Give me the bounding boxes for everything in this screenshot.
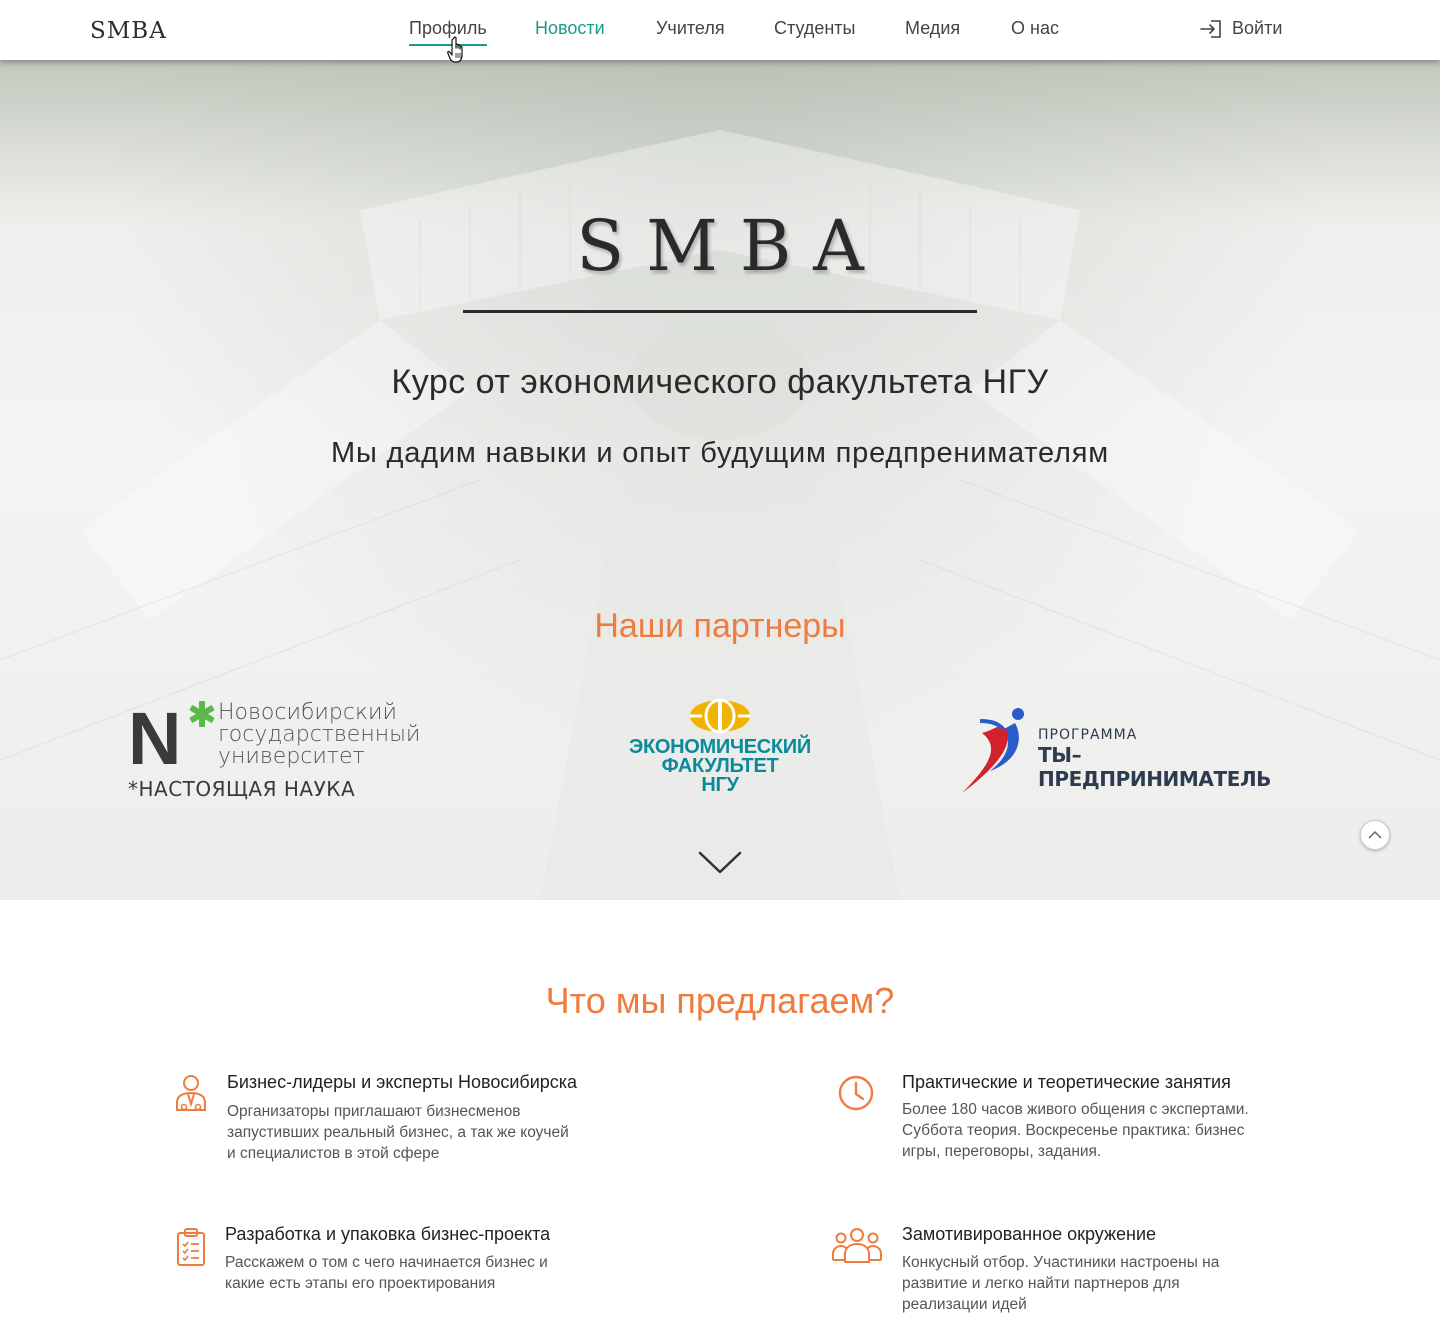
scroll-down-chevron-icon[interactable] — [698, 850, 742, 876]
feature-description-line: Более 180 часов живого общения с эксперт… — [902, 1101, 1249, 1118]
feature-description-line: Суббота теория. Воскресенье практика: би… — [902, 1122, 1245, 1139]
partner-logo-econ-faculty[interactable]: ЭКОНОМИЧЕСКИЙ ФАКУЛЬТЕТ НГУ — [610, 698, 830, 802]
chevron-up-icon — [1368, 830, 1382, 839]
login-button[interactable]: Войти — [1200, 18, 1282, 39]
offer-heading: Что мы предлагаем? — [545, 980, 895, 1021]
nav-item-teachers[interactable]: Учителя — [656, 18, 725, 44]
partner-logo-program[interactable]: ПРОГРАММА ТЫ–ПРЕДПРИНИМАТЕЛЬ — [960, 705, 1305, 795]
feature-description-line: Конкусный отбор. Участиники настроены на — [902, 1254, 1220, 1271]
nsu-logo-letter: N — [128, 700, 181, 780]
feature-description: Конкусный отбор. Участиники настроены на… — [902, 1252, 1282, 1315]
feature-project: Разработка и упаковка бизнес-проекта Рас… — [175, 1224, 605, 1304]
nav-item-students[interactable]: Студенты — [774, 18, 855, 44]
feature-title: Замотивированное окружение — [902, 1224, 1157, 1244]
feature-description: Организаторы приглашают бизнесменов запу… — [227, 1101, 607, 1164]
econ-faculty-line-3: НГУ — [701, 774, 739, 796]
feature-experts: Бизнес-лидеры и эксперты Новосибирска Ор… — [175, 1072, 605, 1172]
feature-title: Разработка и упаковка бизнес-проекта — [225, 1224, 551, 1244]
hand-cursor-icon — [447, 36, 463, 63]
feature-description-line: игры, переговоры, задания. — [902, 1143, 1102, 1160]
nav-item-media[interactable]: Медия — [905, 18, 960, 44]
top-navbar: SMBA Профиль Новости Учителя Студенты Ме… — [0, 0, 1440, 63]
feature-description-line: реализации идей — [902, 1296, 1027, 1313]
program-label-large: ТЫ–ПРЕДПРИНИМАТЕЛЬ — [1038, 743, 1272, 791]
program-label-small: ПРОГРАММА — [1038, 727, 1138, 743]
nsu-slogan: *НАСТОЯЩАЯ НАУКА — [128, 777, 355, 800]
feature-description-line: какие есть этапы его проектирования — [225, 1275, 496, 1292]
nsu-name-line-3: университет — [218, 744, 365, 769]
feature-description-line: запустивших реальный бизнес, а так же ко… — [227, 1124, 569, 1141]
nsu-name-line-1: Новосибирский — [218, 700, 397, 725]
hero-tagline: Мы дадим навыки и опыт будущим предпрени… — [331, 437, 1109, 469]
feature-description: Расскажем о том с чего начинается бизнес… — [225, 1252, 605, 1294]
partner-logo-nsu[interactable]: N *НАСТОЯЩАЯ НАУКА Новосибирский государ… — [128, 697, 458, 801]
hero-title: SMBA — [576, 205, 886, 287]
feature-classes: Практические и теоретические занятия Бол… — [838, 1072, 1278, 1172]
back-to-top-button[interactable] — [1360, 820, 1390, 850]
login-label: Войти — [1232, 18, 1283, 38]
hero-divider — [463, 310, 977, 313]
econ-faculty-emblem — [690, 698, 750, 734]
nsu-name-line-2: государственный — [218, 722, 421, 747]
feature-description-line: Расскажем о том с чего начинается бизнес… — [225, 1254, 548, 1271]
feature-description: Более 180 часов живого общения с эксперт… — [902, 1099, 1282, 1162]
clipboard-checklist-icon — [177, 1228, 205, 1266]
feature-community: Замотивированное окружение Конкусный отб… — [830, 1224, 1280, 1324]
partners-heading: Наши партнеры — [594, 607, 846, 645]
feature-description-line: Организаторы приглашают бизнесменов — [227, 1103, 521, 1120]
nav-item-news[interactable]: Новости — [535, 18, 605, 44]
program-runner-emblem — [962, 708, 1024, 793]
feature-title: Практические и теоретические занятия — [902, 1072, 1231, 1092]
sign-in-icon — [1200, 19, 1221, 38]
hero-section: SMBA Курс от экономического факультета Н… — [0, 60, 1440, 900]
feature-title: Бизнес-лидеры и эксперты Новосибирска — [227, 1072, 578, 1092]
brand-logo[interactable]: SMBA — [90, 18, 167, 44]
hero-subtitle: Курс от экономического факультета НГУ — [391, 363, 1049, 401]
feature-description-line: развитие и легко найти партнеров для — [902, 1275, 1180, 1292]
clock-icon — [838, 1075, 874, 1111]
group-icon — [832, 1228, 882, 1263]
nav-item-about[interactable]: О нас — [1011, 18, 1059, 44]
feature-description-line: и специалистов в этой сфере — [227, 1145, 440, 1162]
business-person-icon — [176, 1075, 206, 1111]
